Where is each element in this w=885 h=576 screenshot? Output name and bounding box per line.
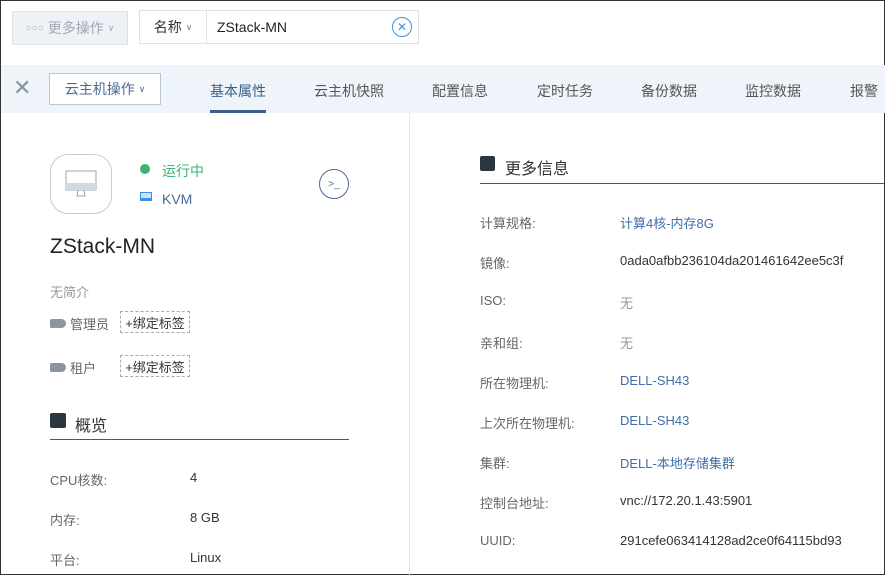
tag-label-tenant: 租户 [70, 361, 97, 376]
hypervisor-icon [140, 192, 152, 201]
close-icon[interactable]: ✕ [13, 77, 31, 99]
search-bar: 名称 ∨ ZStack-MN ✕ [139, 10, 419, 44]
info-value[interactable]: DELL-本地存储集群 [620, 453, 735, 472]
cpu-label: CPU核数: [50, 473, 108, 488]
vm-actions-button[interactable]: 云主机操作 ∨ [49, 73, 161, 105]
info-value: 无 [620, 336, 634, 351]
more-actions-button[interactable]: ○○○ 更多操作 ∨ [12, 11, 128, 45]
tag-label-admin: 管理员 [70, 317, 110, 332]
overview-divider [50, 439, 349, 440]
vm-status: 运行中 [162, 163, 204, 179]
clear-search-icon[interactable]: ✕ [392, 17, 412, 37]
console-icon[interactable]: >_ [319, 169, 349, 199]
info-label: 亲和组: [480, 336, 523, 351]
tab-monitoring-data[interactable]: 监控数据 [745, 81, 801, 101]
vm-name: ZStack-MN [50, 235, 155, 258]
info-value[interactable]: DELL-SH43 [620, 413, 689, 428]
active-tab-indicator [210, 110, 266, 113]
search-input[interactable]: ZStack-MN [207, 19, 392, 35]
overview-title: 概览 [75, 418, 108, 435]
memory-label: 内存: [50, 513, 80, 528]
info-value[interactable]: DELL-SH43 [620, 373, 689, 388]
chevron-down-icon: ∨ [138, 83, 146, 94]
info-value: 291cefe063414128ad2ce0f64115bd93 [620, 533, 842, 548]
more-info-title: 更多信息 [505, 161, 570, 178]
cpu-value: 4 [190, 470, 198, 485]
info-value[interactable]: 计算4核-内存8G [620, 213, 714, 232]
tag-icon [50, 319, 66, 328]
tab-backup-data[interactable]: 备份数据 [641, 81, 697, 101]
vm-description[interactable]: 无简介 [50, 282, 89, 301]
bind-tag-admin-button[interactable]: +绑定标签 [120, 311, 190, 333]
info-value: 0ada0afbb236104da201461642ee5c3f [620, 253, 844, 268]
tab-config-info[interactable]: 配置信息 [432, 81, 488, 101]
dots-icon: ○○○ [25, 22, 44, 34]
info-label: 控制台地址: [480, 496, 549, 511]
platform-label: 平台: [50, 553, 80, 568]
info-label: 集群: [480, 456, 510, 471]
chevron-down-icon: ∨ [107, 22, 115, 33]
info-label: 所在物理机: [480, 376, 549, 391]
monitor-icon [50, 154, 112, 214]
running-status-icon [140, 164, 150, 174]
overview-icon [50, 413, 66, 428]
search-field-select[interactable]: 名称 ∨ [140, 11, 207, 43]
tab-vm-snapshots[interactable]: 云主机快照 [314, 81, 384, 101]
info-label: UUID: [480, 533, 516, 548]
hypervisor-type: KVM [162, 191, 193, 207]
tab-alarms[interactable]: 报警 [850, 81, 878, 101]
info-label: 计算规格: [480, 216, 536, 231]
more-info-divider [480, 183, 885, 184]
info-icon [480, 156, 495, 171]
info-value: 无 [620, 296, 634, 311]
chevron-down-icon: ∨ [185, 21, 193, 32]
platform-value: Linux [190, 550, 222, 565]
panel-divider [409, 113, 410, 576]
tab-scheduled-tasks[interactable]: 定时任务 [537, 81, 593, 101]
tag-icon [50, 363, 66, 372]
info-label: 镜像: [480, 256, 510, 271]
info-label: ISO: [480, 293, 507, 308]
bind-tag-tenant-button[interactable]: +绑定标签 [120, 355, 190, 377]
memory-value: 8 GB [190, 510, 220, 525]
info-label: 上次所在物理机: [480, 416, 575, 431]
info-value: vnc://172.20.1.43:5901 [620, 493, 753, 508]
tab-basic-properties[interactable]: 基本属性 [210, 81, 266, 101]
